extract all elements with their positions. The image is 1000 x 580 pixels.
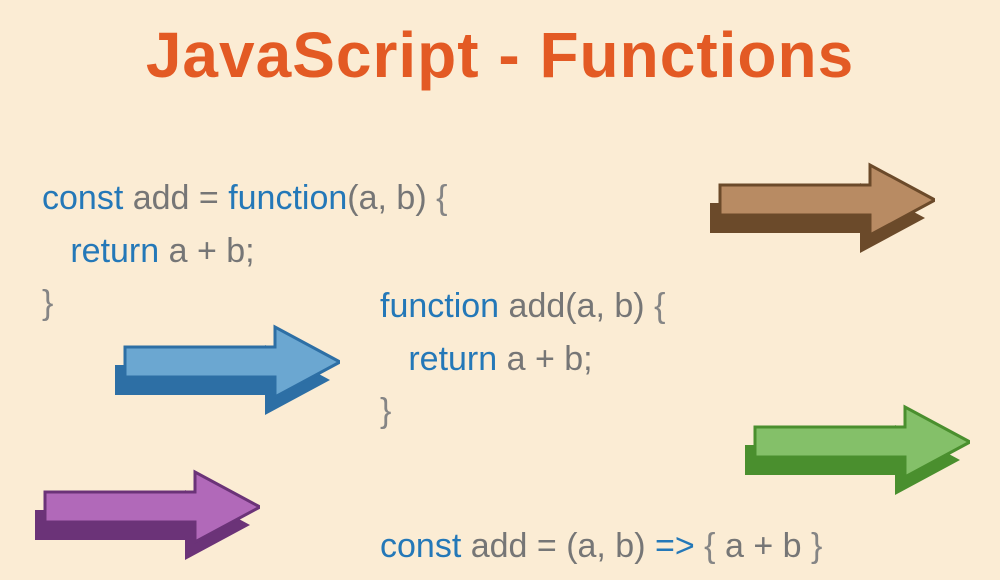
keyword-return: return: [42, 232, 159, 270]
arrow-brown-icon: [700, 153, 935, 253]
brace-open: {: [436, 179, 447, 217]
keyword-const: const: [42, 179, 123, 217]
keyword-const: const: [380, 527, 461, 565]
keyword-function: function: [228, 179, 347, 217]
code-function-declaration: function add(a, b) { return a + b;}: [380, 280, 665, 438]
arrow-green-icon: [735, 395, 970, 495]
brace-open: {: [654, 287, 665, 325]
code-text: a + b: [716, 527, 811, 565]
code-text: [695, 527, 704, 565]
brace-close: }: [42, 284, 53, 322]
arrow-purple-icon: [25, 460, 260, 560]
code-text: add =: [123, 179, 228, 217]
keyword-return: return: [380, 340, 497, 378]
brace-close: }: [811, 527, 822, 565]
brace-close: }: [380, 392, 391, 430]
page-title: JavaScript - Functions: [0, 18, 1000, 92]
code-text: add = (a, b): [461, 527, 655, 565]
code-arrow-function: const add = (a, b) => { a + b }: [380, 520, 822, 573]
code-text: a + b;: [497, 340, 592, 378]
code-text: add(a, b): [499, 287, 654, 325]
arrow-blue-icon: [105, 315, 340, 415]
keyword-function: function: [380, 287, 499, 325]
brace-open: {: [704, 527, 715, 565]
code-text: (a, b): [347, 179, 436, 217]
code-text: a + b;: [159, 232, 254, 270]
arrow-operator: =>: [655, 527, 695, 565]
